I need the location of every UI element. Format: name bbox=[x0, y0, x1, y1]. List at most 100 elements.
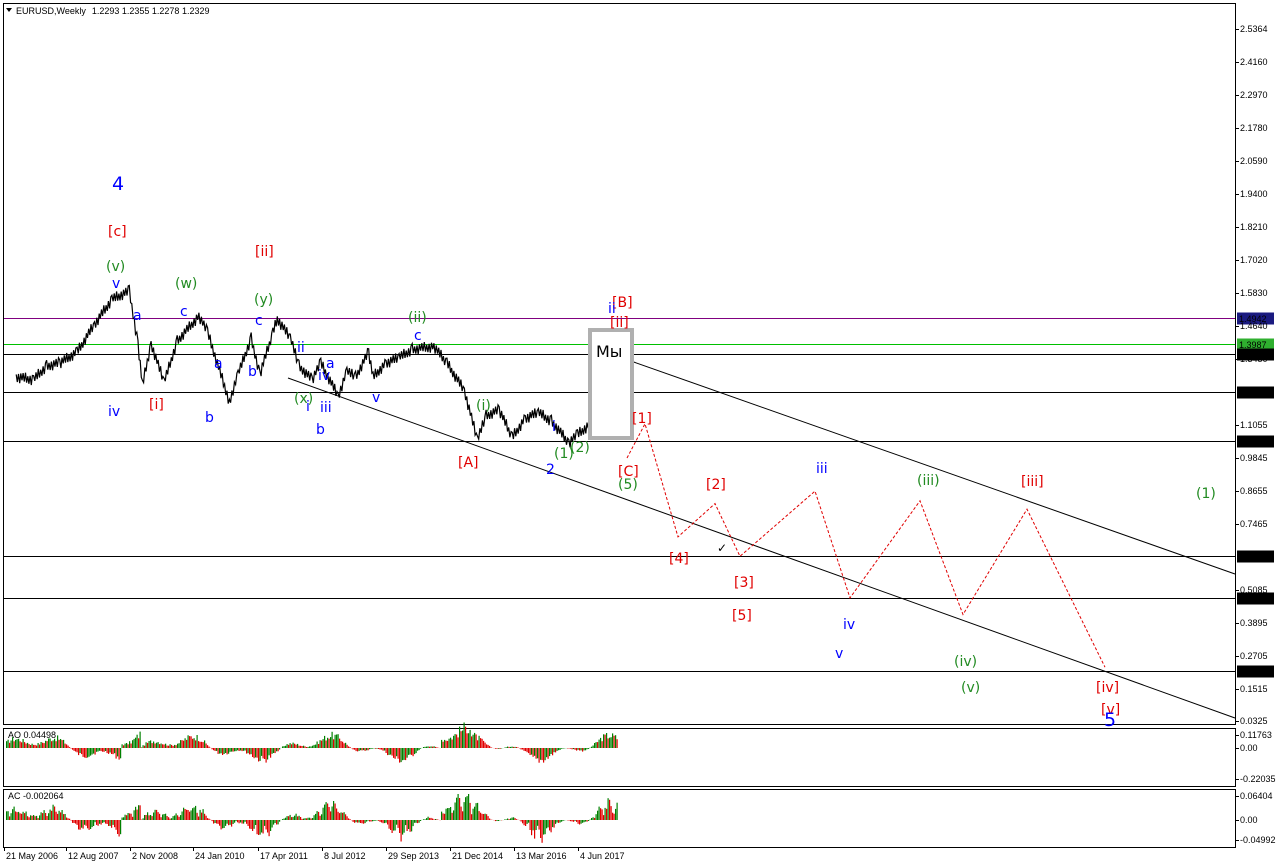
histogram-bar bbox=[343, 743, 345, 748]
y-tick-label: 2.0590 bbox=[1240, 156, 1268, 166]
x-tick-label: 17 Apr 2011 bbox=[260, 851, 308, 861]
histogram-bar bbox=[106, 820, 108, 824]
histogram-bar bbox=[40, 812, 42, 820]
chart-canvas[interactable]: EURUSD,Weekly 1.2293 1.2355 1.2278 1.2329… bbox=[0, 0, 1276, 866]
histogram-bar bbox=[595, 742, 597, 748]
histogram-bar bbox=[594, 743, 596, 748]
histogram-bar bbox=[70, 748, 72, 749]
histogram-bar bbox=[318, 811, 320, 820]
histogram-bar bbox=[394, 748, 396, 759]
histogram-bar bbox=[570, 820, 572, 822]
wave-label: [2] bbox=[706, 477, 726, 493]
wave-label: (2) bbox=[570, 440, 590, 456]
histogram-bar bbox=[597, 742, 599, 748]
histogram-bar bbox=[34, 744, 36, 748]
histogram-bar bbox=[183, 740, 185, 748]
histogram-bar bbox=[60, 739, 62, 748]
level-value: 1.2246 bbox=[1239, 388, 1267, 398]
histogram-bar bbox=[241, 820, 243, 824]
histogram-bar bbox=[291, 817, 293, 820]
histogram-bar bbox=[181, 740, 183, 748]
histogram-bar bbox=[360, 820, 362, 823]
histogram-bar bbox=[382, 820, 384, 824]
histogram-bar bbox=[598, 806, 600, 820]
wave-label: (y) bbox=[254, 292, 273, 308]
histogram-bar bbox=[337, 811, 339, 820]
wave-label: b bbox=[205, 410, 214, 426]
histogram-bar bbox=[330, 737, 332, 748]
histogram-bar bbox=[352, 748, 354, 750]
histogram-bar bbox=[103, 748, 105, 752]
histogram-bar bbox=[246, 748, 248, 754]
histogram-bar bbox=[418, 748, 420, 751]
histogram-bar bbox=[118, 820, 120, 837]
histogram-bar bbox=[33, 815, 35, 820]
histogram-bar bbox=[478, 735, 480, 748]
histogram-bar bbox=[357, 820, 359, 823]
histogram-bar bbox=[543, 820, 545, 835]
y-tick-label: 0.06404 bbox=[1240, 791, 1273, 801]
histogram-bar bbox=[444, 739, 446, 748]
header-symbol: EURUSD,Weekly bbox=[16, 6, 86, 16]
histogram-bar bbox=[580, 748, 582, 751]
histogram-bar bbox=[339, 738, 341, 748]
histogram-bar bbox=[420, 748, 422, 749]
histogram-bar bbox=[313, 815, 315, 820]
histogram-bar bbox=[418, 820, 420, 823]
histogram-bar bbox=[582, 748, 584, 752]
histogram-bar bbox=[270, 748, 272, 758]
histogram-bar bbox=[393, 820, 395, 831]
histogram-bar bbox=[324, 804, 326, 820]
level-value: 0.4788 bbox=[1239, 594, 1267, 604]
histogram-bar bbox=[211, 820, 213, 822]
histogram-bar bbox=[307, 746, 309, 748]
histogram-bar bbox=[153, 812, 155, 820]
histogram-bar bbox=[264, 748, 266, 759]
dropdown-triangle-icon[interactable] bbox=[6, 8, 12, 12]
histogram-bar bbox=[309, 817, 311, 820]
histogram-bar bbox=[208, 818, 210, 820]
histogram-bar bbox=[66, 817, 68, 820]
histogram-bar bbox=[363, 748, 365, 751]
histogram-bar bbox=[103, 820, 105, 823]
histogram-bar bbox=[451, 739, 453, 748]
wave-label: 5 bbox=[1104, 709, 1116, 731]
histogram-bar bbox=[463, 802, 465, 820]
channel-lower-line[interactable] bbox=[287, 377, 1236, 719]
histogram-bar bbox=[514, 818, 516, 820]
histogram-bar bbox=[514, 746, 516, 748]
histogram-bar bbox=[220, 748, 222, 754]
histogram-bar bbox=[375, 820, 377, 821]
level-value: 1.0457 bbox=[1239, 437, 1267, 447]
histogram-bar bbox=[22, 739, 24, 748]
histogram-bar bbox=[301, 746, 303, 748]
histogram-bar bbox=[613, 735, 615, 748]
histogram-bar bbox=[34, 816, 36, 820]
histogram-bar bbox=[424, 746, 426, 748]
histogram-bar bbox=[15, 739, 17, 748]
histogram-bar bbox=[546, 748, 548, 758]
histogram-bar bbox=[223, 748, 225, 754]
histogram-bar bbox=[133, 738, 135, 748]
histogram-bar bbox=[522, 748, 524, 750]
histogram-bar bbox=[507, 818, 509, 820]
histogram-bar bbox=[462, 811, 464, 820]
histogram-bar bbox=[345, 814, 347, 820]
histogram-bar bbox=[111, 820, 113, 828]
histogram-bar bbox=[379, 748, 381, 750]
histogram-bar bbox=[54, 806, 56, 820]
histogram-bar bbox=[225, 748, 227, 753]
histogram-bar bbox=[250, 820, 252, 829]
histogram-bar bbox=[609, 737, 611, 748]
histogram-bar bbox=[381, 748, 383, 750]
histogram-bar bbox=[429, 746, 431, 748]
histogram-bar bbox=[225, 820, 227, 826]
ac-histogram: AC -0.002064 0.06404 0.00 -0.04992 bbox=[6, 791, 1276, 845]
histogram-bar bbox=[198, 816, 200, 820]
histogram-bar bbox=[235, 748, 237, 752]
histogram-bar bbox=[333, 739, 335, 748]
histogram-bar bbox=[520, 820, 522, 822]
histogram-bar bbox=[556, 820, 558, 823]
histogram-bar bbox=[388, 748, 390, 755]
histogram-bar bbox=[552, 820, 554, 828]
